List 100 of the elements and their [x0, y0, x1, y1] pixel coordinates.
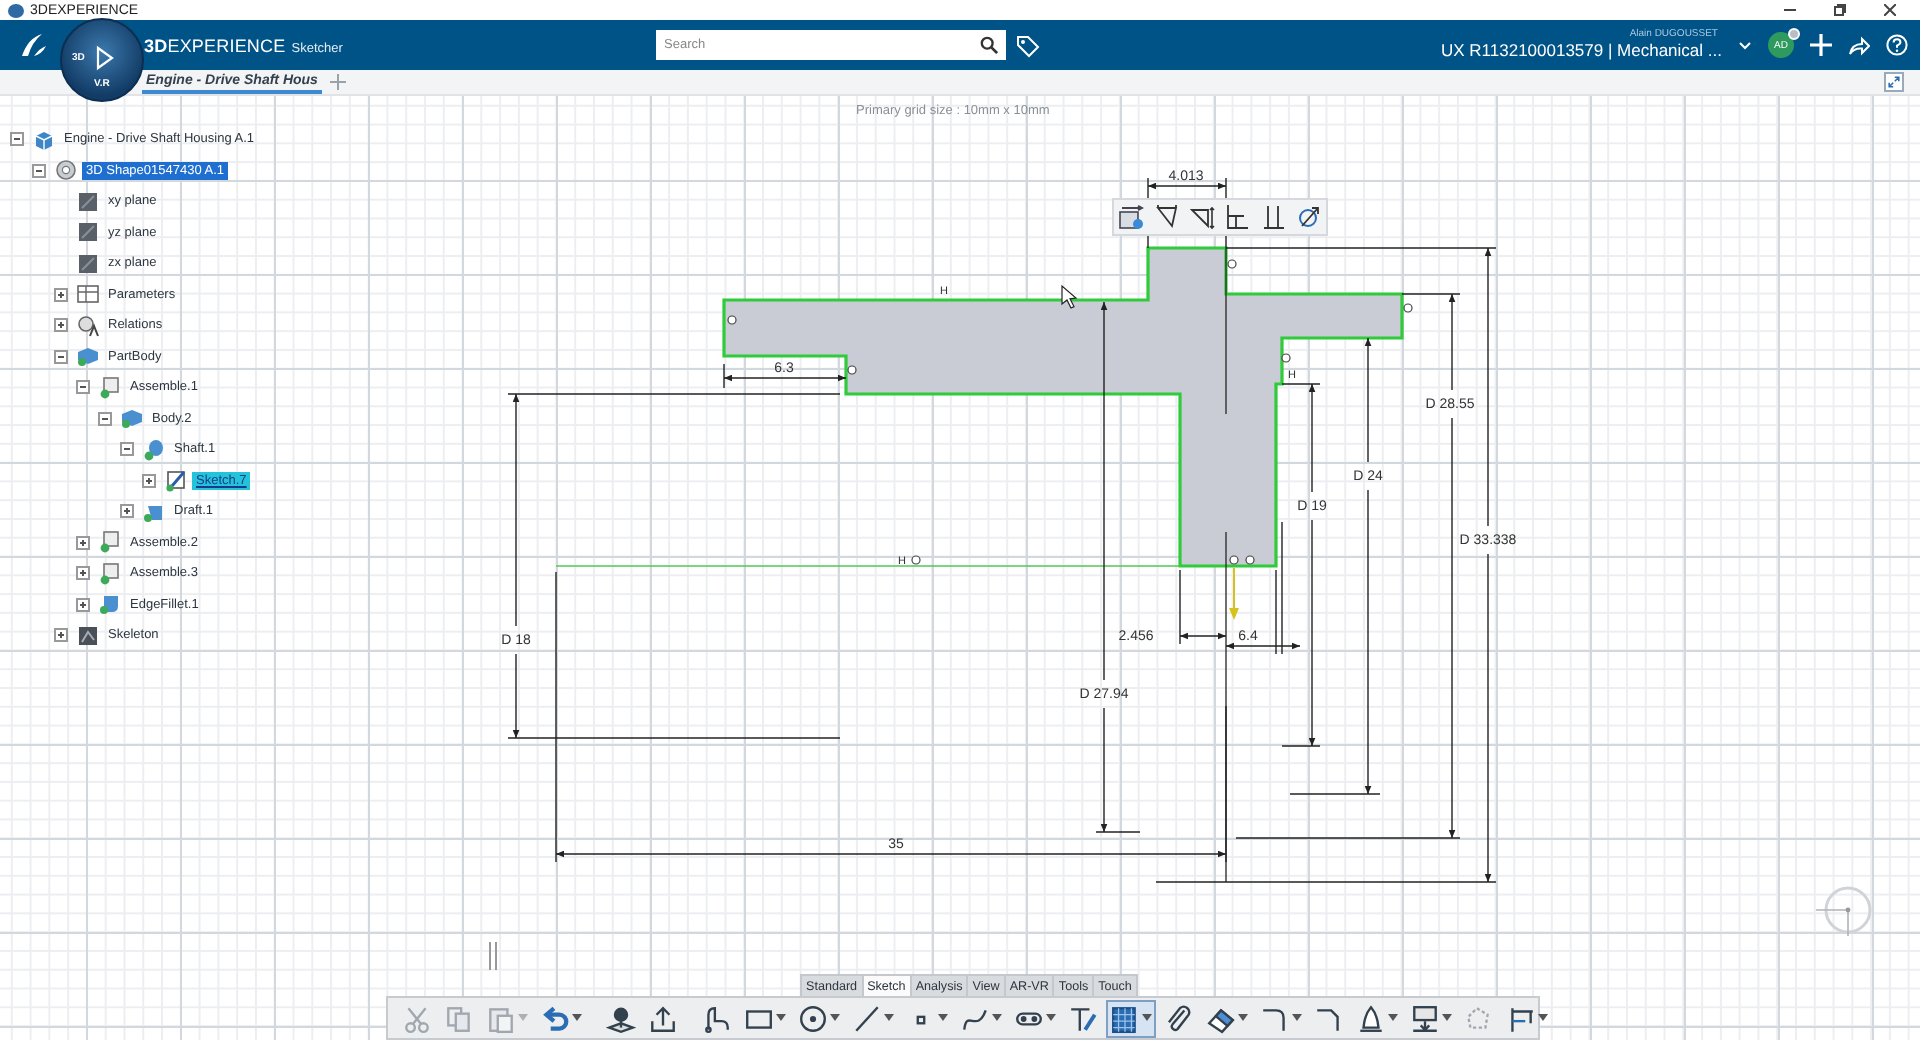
constraint-icon[interactable]	[1281, 353, 1291, 363]
dimension-line[interactable]	[1308, 383, 1316, 747]
collapse-toggle[interactable]	[32, 163, 46, 178]
plus-icon[interactable]	[1810, 34, 1832, 56]
extension-line	[1401, 293, 1461, 295]
caret-icon[interactable]	[830, 1014, 840, 1022]
tree-node-icon	[120, 406, 144, 431]
grid-icon	[1110, 1003, 1140, 1033]
extension-line	[1095, 831, 1141, 833]
expand-toggle[interactable]	[54, 318, 68, 333]
constraint-icon[interactable]	[847, 365, 857, 375]
expand-toggle[interactable]	[76, 597, 90, 612]
extension-line	[1179, 569, 1181, 645]
tree-node-icon	[98, 561, 122, 586]
logo-icon	[18, 29, 50, 61]
extension-line	[1289, 793, 1381, 795]
dimension-line[interactable]	[723, 374, 847, 382]
tree-node-icon	[164, 468, 188, 493]
collapse-toggle[interactable]	[98, 411, 112, 426]
brand-name: 3DEXPERIENCE	[144, 35, 286, 55]
status-dot	[1788, 28, 1800, 40]
parallel-icon[interactable]	[1259, 204, 1286, 230]
splitter-handle[interactable]	[488, 942, 498, 970]
caret-icon[interactable]	[1292, 1014, 1302, 1022]
collapse-toggle[interactable]	[120, 442, 134, 457]
grid-tool-button[interactable]	[1106, 999, 1156, 1037]
expand-toggle[interactable]	[54, 628, 68, 643]
tree-node-icon	[76, 344, 100, 369]
construction-icon	[1068, 1003, 1098, 1033]
dimension-icon	[1506, 1003, 1536, 1033]
tree-node-icon	[98, 530, 122, 555]
dimension-line[interactable]	[555, 850, 1227, 858]
constraint-icon	[1356, 1003, 1386, 1033]
export-icon	[648, 1003, 678, 1033]
help-icon[interactable]	[1886, 34, 1908, 56]
collapse-toggle[interactable]	[76, 380, 90, 395]
constraint-icon[interactable]	[1403, 303, 1413, 313]
close-icon	[1884, 4, 1896, 16]
caret-icon[interactable]	[1142, 1014, 1152, 1022]
search-button[interactable]	[976, 30, 1006, 60]
origin-axis-icon	[1229, 567, 1239, 620]
dimension-line[interactable]	[512, 393, 520, 739]
circle-icon	[798, 1003, 828, 1033]
dimension-line[interactable]	[1147, 182, 1227, 190]
caret-icon[interactable]	[1046, 1014, 1056, 1022]
copy-icon	[444, 1003, 474, 1033]
caret-icon[interactable]	[938, 1014, 948, 1022]
dimension-line[interactable]	[1179, 632, 1227, 640]
collapse-toggle[interactable]	[54, 349, 68, 364]
caret-icon[interactable]	[572, 1014, 582, 1022]
dimension-line[interactable]	[1225, 642, 1301, 650]
constraint-icon[interactable]	[727, 315, 737, 325]
perpendicular-icon[interactable]	[1224, 204, 1251, 230]
paste-icon	[486, 1003, 516, 1033]
search-icon[interactable]	[980, 36, 998, 54]
caret-icon[interactable]	[1442, 1014, 1452, 1022]
undo-icon	[540, 1003, 570, 1033]
expand-toggle[interactable]	[76, 535, 90, 550]
extension-line	[723, 363, 725, 389]
offset-icon	[1464, 1003, 1494, 1033]
restore-icon	[1834, 4, 1846, 16]
tree-node-icon	[98, 592, 122, 617]
app-icon	[8, 3, 24, 17]
constraint-icon[interactable]	[911, 555, 921, 565]
extension-line	[1281, 745, 1321, 747]
tree-node-icon	[76, 220, 100, 245]
caret-icon[interactable]	[1538, 1014, 1548, 1022]
cursor-icon	[1061, 284, 1078, 309]
constraint-icon[interactable]	[1118, 204, 1145, 230]
caret-icon[interactable]	[776, 1014, 786, 1022]
expand-toggle[interactable]	[54, 287, 68, 302]
expand-toggle[interactable]	[142, 473, 156, 488]
line-icon	[852, 1003, 882, 1033]
dimension-line[interactable]	[1364, 337, 1372, 795]
distance-icon[interactable]	[1153, 204, 1180, 230]
eraser-icon	[1206, 1003, 1236, 1033]
caret-icon[interactable]	[992, 1014, 1002, 1022]
tree-node-icon	[76, 313, 100, 338]
fullscreen-icon[interactable]	[1884, 72, 1904, 92]
tree-node-icon	[54, 158, 78, 183]
tag-icon[interactable]	[1016, 33, 1040, 57]
caret-icon[interactable]	[884, 1014, 894, 1022]
corner-icon	[1260, 1003, 1290, 1033]
angle-icon[interactable]	[1189, 204, 1216, 230]
collapse-toggle[interactable]	[10, 132, 24, 147]
extension-line	[1275, 569, 1277, 655]
tree-node-icon	[32, 127, 56, 152]
tangent-icon[interactable]	[1295, 204, 1322, 230]
constraint-icon[interactable]	[1227, 259, 1237, 269]
share-icon[interactable]	[1848, 34, 1870, 56]
collaborative-space[interactable]: UX R1132100013579 | Mechanical ...	[1440, 42, 1722, 60]
extension-line	[1281, 383, 1321, 385]
tree-node-icon	[142, 437, 166, 462]
expand-toggle[interactable]	[76, 566, 90, 581]
tree-node-icon	[98, 375, 122, 400]
caret-icon[interactable]	[1238, 1014, 1248, 1022]
caret-icon[interactable]	[1388, 1014, 1398, 1022]
scissors-icon	[402, 1003, 432, 1033]
expand-toggle[interactable]	[120, 504, 134, 519]
clip-icon	[1164, 1003, 1194, 1033]
